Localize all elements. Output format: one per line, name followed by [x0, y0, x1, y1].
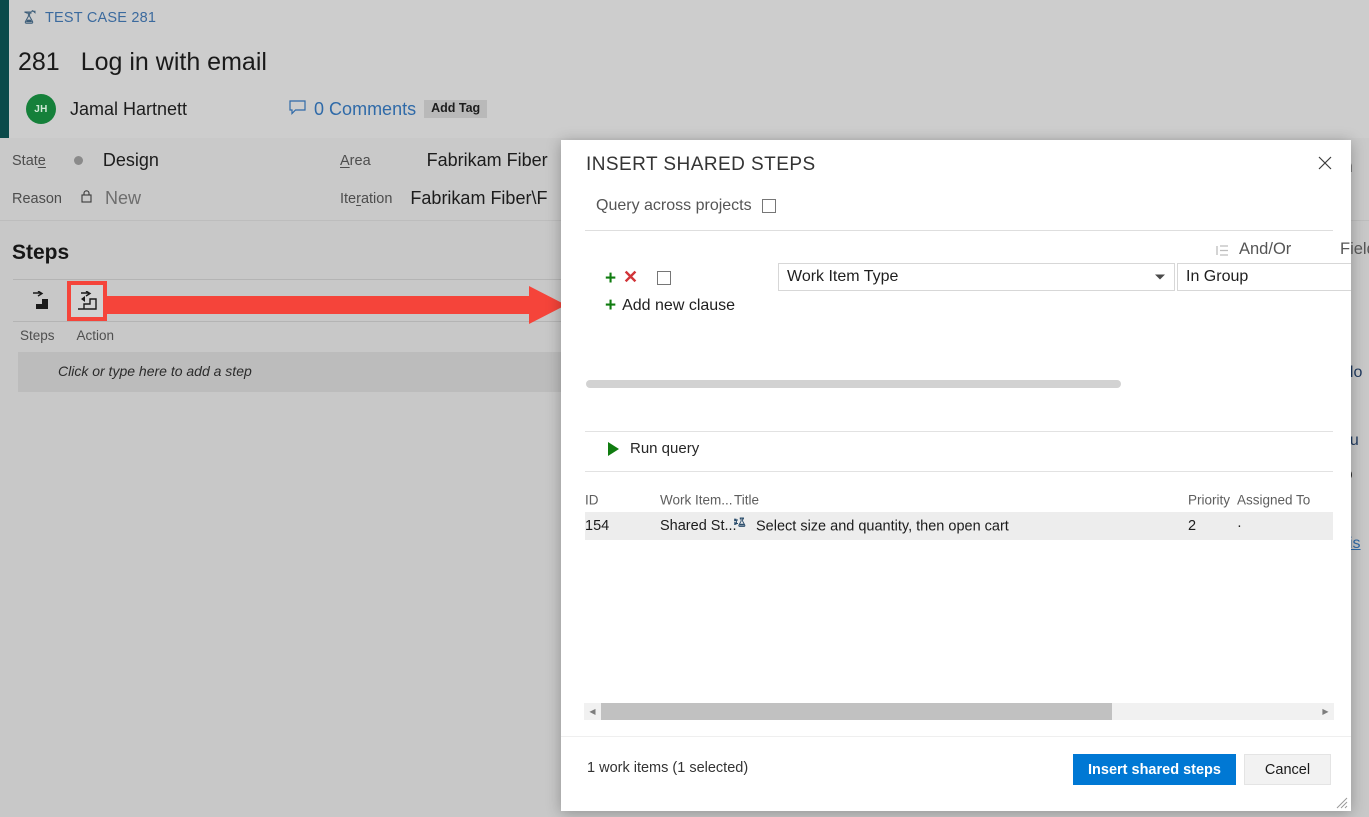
- lock-icon: [80, 189, 93, 209]
- field-state-label: State: [12, 152, 46, 169]
- field-iteration: Iteration Fabrikam Fiber\F: [340, 188, 547, 209]
- add-new-clause-label: Add new clause: [622, 296, 736, 314]
- field-reason-label: Reason: [12, 190, 62, 207]
- scroll-left-arrow-icon[interactable]: ◀: [584, 703, 601, 720]
- comments-link[interactable]: 0 Comments: [289, 99, 416, 120]
- column-header-id[interactable]: ID: [585, 493, 599, 508]
- work-item-meta-row: JH Jamal Hartnett 0 Comments Add Tag: [26, 94, 488, 124]
- divider-run-query-bottom: [585, 471, 1333, 472]
- scrollbar-track[interactable]: [601, 703, 1317, 720]
- cell-assigned-to: ·: [1237, 518, 1242, 534]
- insert-shared-steps-button[interactable]: Insert shared steps: [1073, 754, 1236, 785]
- column-header-work-item-type[interactable]: Work Item...: [660, 493, 733, 508]
- steps-column-label-action: Action: [76, 328, 115, 343]
- cell-title-wrapper: Select size and quantity, then open cart: [733, 517, 1009, 536]
- field-iteration-label: Iteration: [340, 190, 393, 207]
- query-across-projects-label: Query across projects: [596, 197, 752, 214]
- query-builder-scrollbar[interactable]: [586, 380, 1334, 388]
- query-clause-row: + ✕ Work Item Type In Group: [561, 263, 1351, 298]
- results-count-label: 1 work items (1 selected): [587, 760, 749, 776]
- scroll-right-arrow-icon[interactable]: ▶: [1317, 703, 1334, 720]
- clause-select-checkbox[interactable]: [657, 271, 671, 285]
- work-item-title-row: 281 Log in with email: [18, 48, 267, 77]
- avatar: JH: [26, 94, 56, 124]
- divider-top: [585, 230, 1333, 231]
- breadcrumb[interactable]: TEST CASE 281: [22, 9, 157, 26]
- field-area-value[interactable]: Fabrikam Fiber: [427, 150, 548, 171]
- comments-count-label: 0 Comments: [314, 98, 417, 119]
- app-root: TEST CASE 281 281 Log in with email JH J…: [0, 0, 1369, 817]
- field-select[interactable]: Work Item Type: [778, 263, 1175, 291]
- column-header-field: Field*: [1340, 240, 1369, 258]
- results-grid-header: ID Work Item... Title Priority Assigned …: [585, 488, 1333, 512]
- play-icon: [608, 441, 619, 456]
- state-dot-icon: [73, 156, 83, 165]
- field-reason-value: New: [104, 188, 141, 208]
- remove-clause-icon[interactable]: ✕: [623, 268, 638, 286]
- operator-select[interactable]: In Group: [1177, 263, 1351, 291]
- add-clause-icon[interactable]: +: [605, 269, 616, 288]
- column-header-assigned-to[interactable]: Assigned To: [1237, 493, 1310, 508]
- steps-column-label-steps: Steps: [20, 328, 55, 343]
- plus-icon: +: [605, 295, 617, 316]
- group-clauses-icon[interactable]: [1216, 244, 1229, 260]
- run-query-label: Run query: [630, 440, 700, 457]
- table-row[interactable]: 154 Shared St... Select size and quantit…: [585, 512, 1333, 540]
- run-query-button[interactable]: Run query: [608, 440, 699, 457]
- work-item-id: 281: [18, 48, 60, 76]
- column-header-priority[interactable]: Priority: [1188, 493, 1230, 508]
- resize-grip-icon[interactable]: [1336, 796, 1348, 809]
- insert-shared-steps-dialog: INSERT SHARED STEPS Query across project…: [561, 140, 1369, 811]
- footer-divider: [561, 736, 1351, 737]
- field-area: Area Fabrikam Fiber: [340, 150, 548, 171]
- steps-column-labels: Steps Action: [20, 328, 114, 343]
- cell-title: Select size and quantity, then open cart: [756, 518, 1009, 534]
- cell-priority: 2: [1188, 518, 1197, 534]
- breadcrumb-label: TEST CASE 281: [45, 10, 157, 26]
- query-across-projects-row[interactable]: Query across projects: [596, 197, 776, 215]
- steps-section-heading: Steps: [12, 241, 70, 264]
- field-reason: Reason New: [12, 188, 141, 209]
- comment-icon: [289, 99, 306, 120]
- query-across-projects-checkbox[interactable]: [761, 199, 776, 213]
- shared-steps-icon: [733, 517, 749, 536]
- insert-shared-steps-icon[interactable]: [67, 281, 107, 321]
- field-state-value[interactable]: Design: [103, 150, 159, 171]
- query-builder-scrollbar-thumb[interactable]: [586, 380, 1121, 388]
- work-item-header: TEST CASE 281 281 Log in with email JH J…: [0, 0, 1369, 138]
- operator-select-value: In Group: [1186, 268, 1249, 285]
- divider-run-query-top: [585, 431, 1333, 432]
- field-iteration-value[interactable]: Fabrikam Fiber\F: [410, 188, 547, 209]
- field-state: State Design: [12, 150, 159, 171]
- work-item-type-accent-bar: [0, 0, 9, 138]
- cell-id: 154: [585, 518, 610, 534]
- column-header-andor: And/Or: [1239, 240, 1292, 258]
- chevron-down-icon: [1155, 274, 1165, 280]
- add-step-placeholder: Click or type here to add a step: [58, 363, 252, 379]
- work-item-title[interactable]: Log in with email: [81, 48, 267, 77]
- add-step-row[interactable]: Click or type here to add a step: [18, 352, 565, 392]
- cell-work-item-type: Shared St...: [660, 518, 737, 534]
- dialog-title: INSERT SHARED STEPS: [586, 154, 816, 175]
- column-header-title[interactable]: Title: [734, 493, 759, 508]
- scrollbar-thumb[interactable]: [601, 703, 1112, 720]
- close-icon[interactable]: [1311, 149, 1339, 177]
- field-area-label: Area: [340, 152, 371, 169]
- results-horizontal-scrollbar[interactable]: ◀ ▶: [584, 703, 1334, 720]
- field-select-value: Work Item Type: [787, 268, 899, 285]
- results-grid: ID Work Item... Title Priority Assigned …: [585, 488, 1333, 540]
- add-new-clause-button[interactable]: + Add new clause: [605, 296, 735, 315]
- test-case-icon: [22, 9, 38, 26]
- assigned-to-name[interactable]: Jamal Hartnett: [70, 99, 187, 120]
- add-tag-button[interactable]: Add Tag: [424, 100, 488, 118]
- cancel-button[interactable]: Cancel: [1244, 754, 1331, 785]
- insert-step-icon[interactable]: [21, 283, 57, 319]
